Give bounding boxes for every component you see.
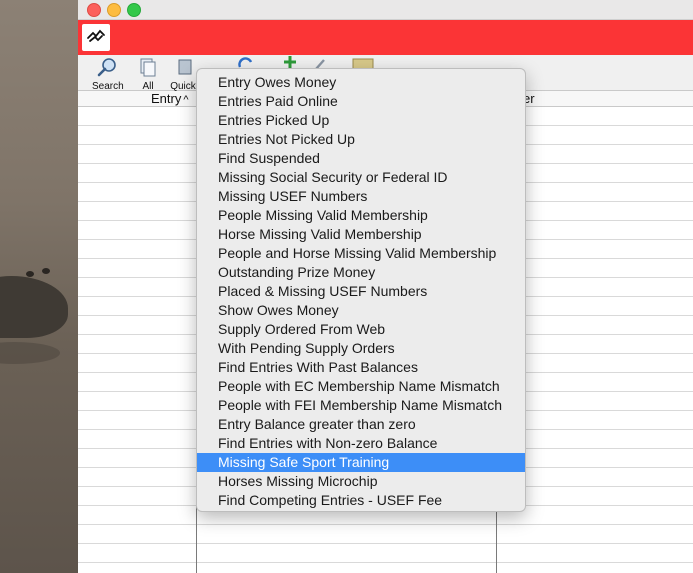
search-icon	[92, 57, 122, 80]
brand-header-bar	[78, 20, 693, 55]
menu-item[interactable]: Placed & Missing USEF Numbers	[197, 282, 525, 301]
wallpaper-rock	[0, 276, 68, 338]
wallpaper-bird	[42, 268, 50, 274]
all-button[interactable]: All	[136, 57, 160, 92]
menu-item[interactable]: Missing USEF Numbers	[197, 187, 525, 206]
menu-item[interactable]: Find Competing Entries - USEF Fee	[197, 491, 525, 510]
title-bar	[78, 0, 693, 20]
desktop-wallpaper	[0, 0, 78, 573]
wallpaper-bird	[26, 271, 34, 277]
menu-item[interactable]: Entry Balance greater than zero	[197, 415, 525, 434]
menu-item[interactable]: Missing Social Security or Federal ID	[197, 168, 525, 187]
minimize-window-button[interactable]	[107, 3, 121, 17]
quick-button[interactable]: Quick	[168, 57, 198, 92]
quick-icon	[168, 57, 198, 80]
menu-item[interactable]: Supply Ordered From Web	[197, 320, 525, 339]
menu-item[interactable]: Entries Picked Up	[197, 111, 525, 130]
close-window-button[interactable]	[87, 3, 101, 17]
menu-item[interactable]: People and Horse Missing Valid Membershi…	[197, 244, 525, 263]
menu-item[interactable]: Find Entries with Non-zero Balance	[197, 434, 525, 453]
menu-item[interactable]: People with FEI Membership Name Mismatch	[197, 396, 525, 415]
menu-item[interactable]: Horse Missing Valid Membership	[197, 225, 525, 244]
menu-item[interactable]: Missing Safe Sport Training	[197, 453, 525, 472]
menu-item[interactable]: Show Owes Money	[197, 301, 525, 320]
column-header-entry-label: Entry	[151, 91, 182, 106]
menu-item[interactable]: Entries Not Picked Up	[197, 130, 525, 149]
column-header-entry[interactable]: Entry ^	[151, 91, 189, 106]
maximize-window-button[interactable]	[127, 3, 141, 17]
menu-item[interactable]: Horses Missing Microchip	[197, 472, 525, 491]
wallpaper-reflection	[0, 342, 60, 364]
quick-find-menu: Entry Owes Money Entries Paid Online Entri…	[196, 68, 526, 512]
menu-item[interactable]: People Missing Valid Membership	[197, 206, 525, 225]
menu-item[interactable]: Find Suspended	[197, 149, 525, 168]
menu-item[interactable]: Find Entries With Past Balances	[197, 358, 525, 377]
menu-item[interactable]: With Pending Supply Orders	[197, 339, 525, 358]
menu-item[interactable]: Outstanding Prize Money	[197, 263, 525, 282]
menu-item[interactable]: Entry Owes Money	[197, 73, 525, 92]
app-logo[interactable]	[82, 24, 110, 51]
search-button[interactable]: Search	[92, 57, 124, 92]
sort-ascending-icon: ^	[183, 94, 189, 106]
menu-item[interactable]: Entries Paid Online	[197, 92, 525, 111]
document-icon	[136, 57, 160, 80]
menu-item[interactable]: People with EC Membership Name Mismatch	[197, 377, 525, 396]
